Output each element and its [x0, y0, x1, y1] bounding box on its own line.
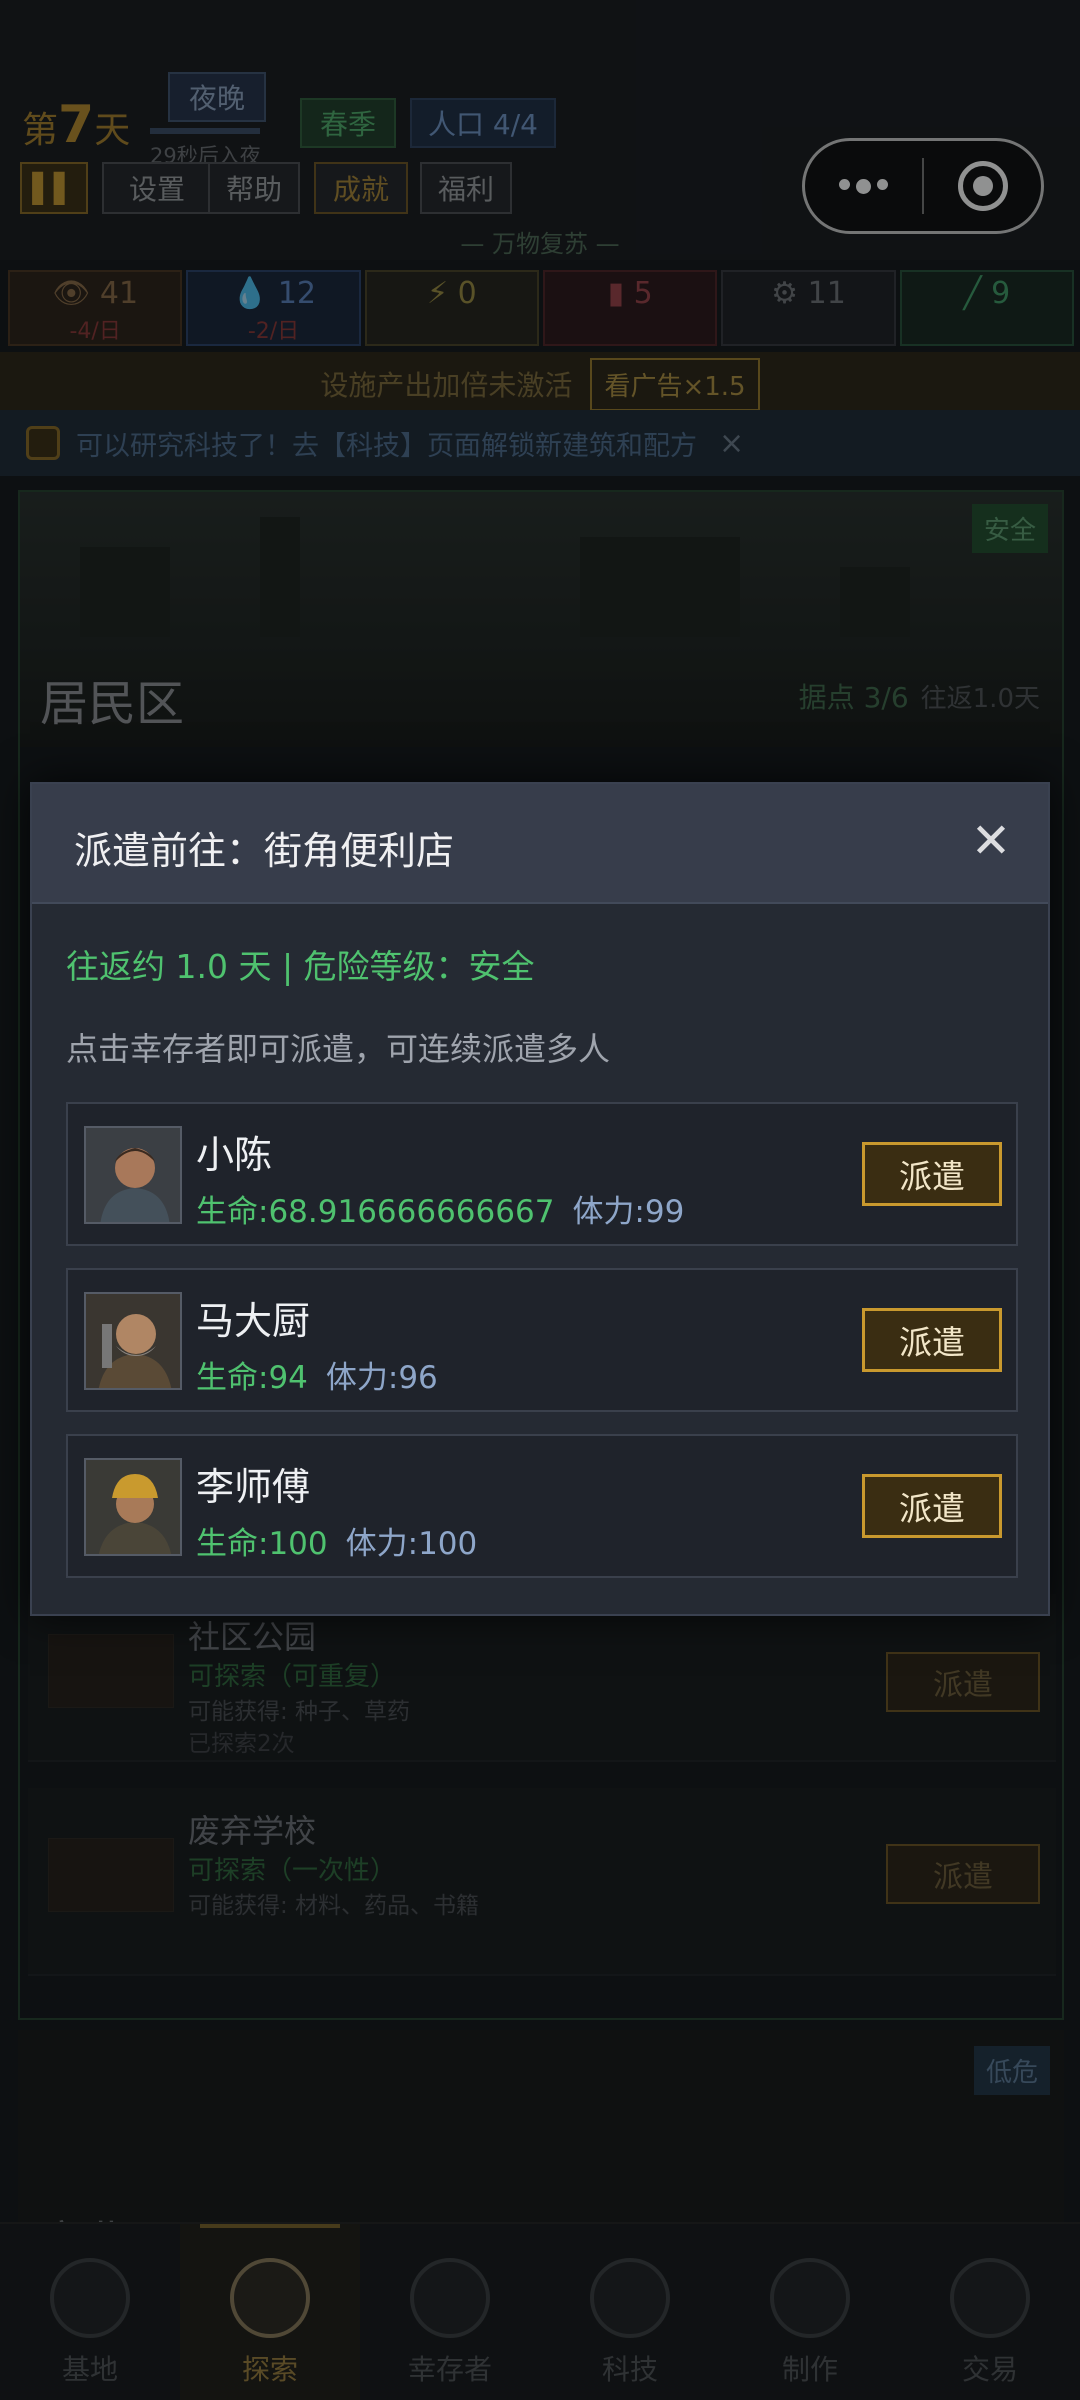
survivor-stamina: 体力:99	[572, 1194, 685, 1230]
dispatch-button[interactable]: 派遣	[862, 1308, 1002, 1372]
survivor-row[interactable]: 小陈 生命:68.916666666667 体力:99 派遣	[66, 1102, 1018, 1246]
survivor-health: 生命:68.916666666667	[196, 1194, 555, 1230]
survivor-health: 生命:94	[196, 1360, 308, 1396]
survivor-row[interactable]: 马大厨 生命:94 体力:96 派遣	[66, 1268, 1018, 1412]
close-icon[interactable]: ✕	[964, 814, 1018, 868]
trip-info: 往返约 1.0 天 | 危险等级：安全	[66, 947, 535, 986]
survivor-portrait	[84, 1292, 182, 1390]
dispatch-button[interactable]: 派遣	[862, 1474, 1002, 1538]
survivor-portrait	[84, 1126, 182, 1224]
survivor-row[interactable]: 李师傅 生命:100 体力:100 派遣	[66, 1434, 1018, 1578]
survivor-health: 生命:100	[196, 1526, 328, 1562]
dispatch-button[interactable]: 派遣	[862, 1142, 1002, 1206]
modal-title: 派遣前往：街角便利店	[74, 829, 455, 873]
modal-header: 派遣前往：街角便利店 ✕	[32, 784, 1048, 904]
dispatch-modal: 派遣前往：街角便利店 ✕ 往返约 1.0 天 | 危险等级：安全 点击幸存者即可…	[30, 782, 1050, 1616]
survivor-stamina: 体力:100	[345, 1526, 478, 1562]
survivor-stamina: 体力:96	[325, 1360, 438, 1396]
survivor-stats: 生命:68.916666666667 体力:99	[196, 1186, 684, 1231]
survivor-stats: 生命:100 体力:100	[196, 1518, 477, 1563]
dispatch-hint: 点击幸存者即可派遣，可连续派遣多人	[66, 1030, 611, 1068]
survivor-stats: 生命:94 体力:96	[196, 1352, 438, 1397]
survivor-name: 小陈	[196, 1133, 273, 1177]
survivor-name: 马大厨	[196, 1299, 311, 1343]
survivor-name: 李师傅	[196, 1465, 311, 1509]
survivor-portrait	[84, 1458, 182, 1556]
